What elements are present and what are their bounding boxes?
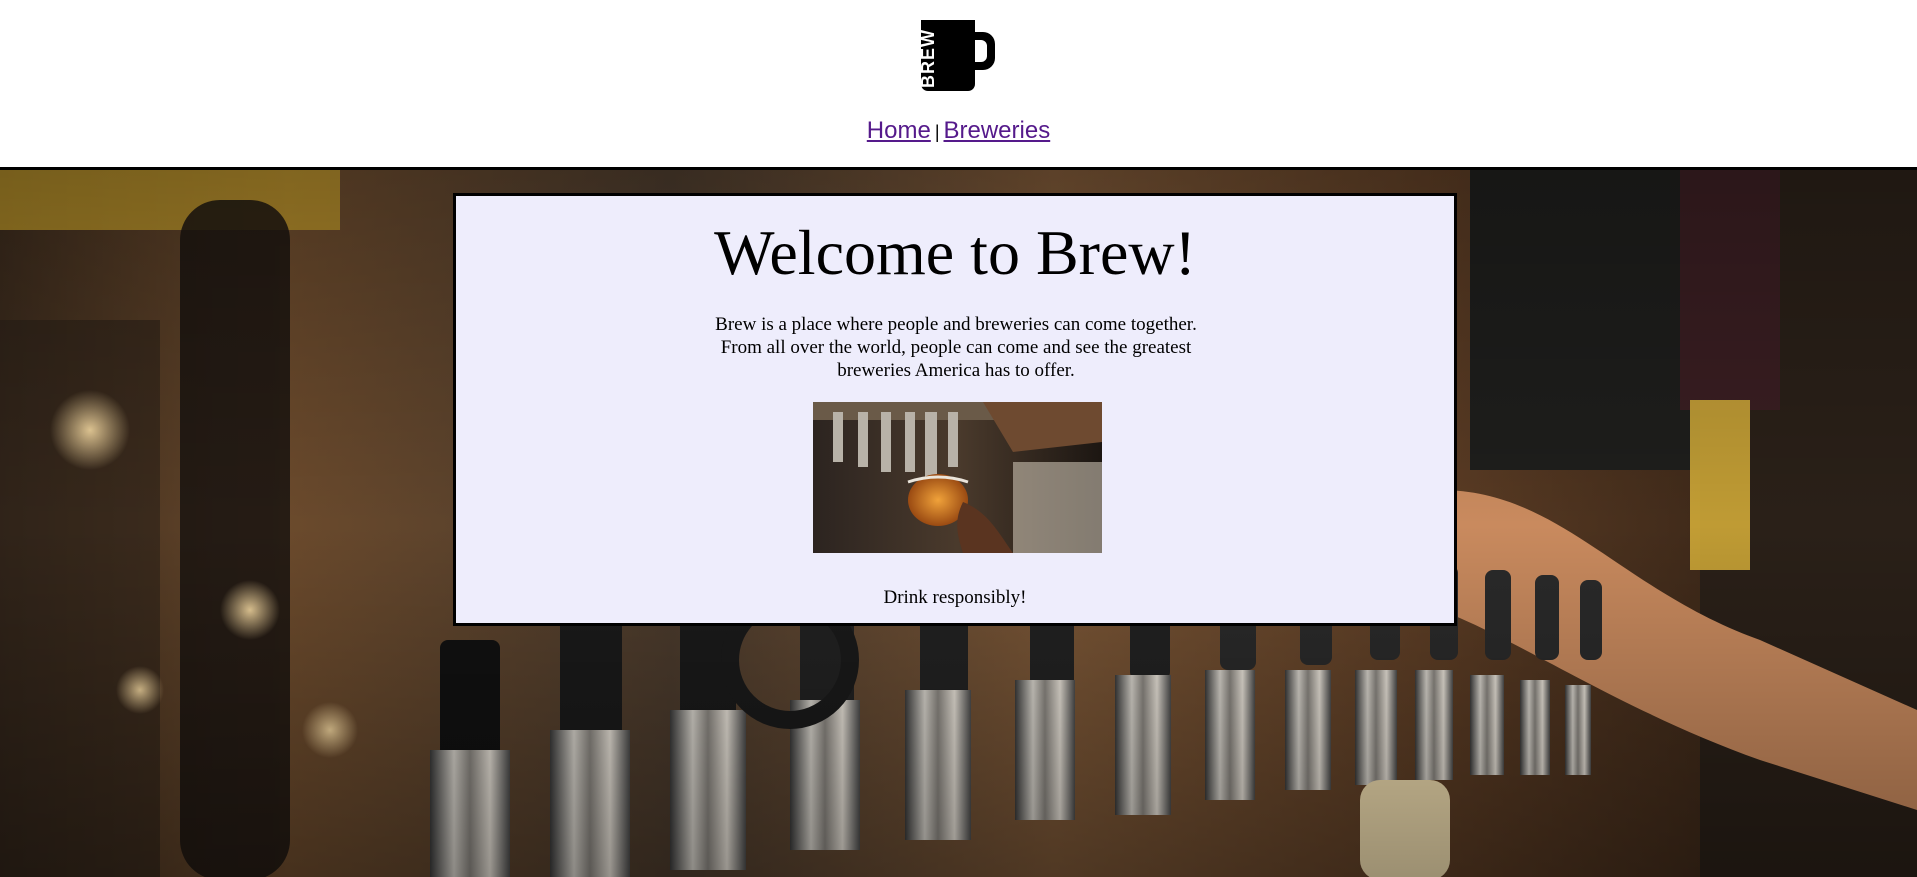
logo-text: BREW <box>918 29 938 88</box>
welcome-card: Welcome to Brew! Brew is a place where p… <box>453 193 1457 626</box>
nav-link-breweries[interactable]: Breweries <box>944 117 1051 144</box>
outro-text: Drink responsibly! <box>883 587 1027 608</box>
site-header: BREW Home | Breweries <box>0 0 1917 167</box>
main-nav: Home | Breweries <box>0 114 1917 149</box>
hero-section: Welcome to Brew! Brew is a place where p… <box>0 167 1917 877</box>
nav-separator: | <box>934 122 940 142</box>
nav-link-home[interactable]: Home <box>867 117 931 144</box>
brew-mug-logo-icon[interactable]: BREW <box>917 18 999 93</box>
page-title: Welcome to Brew! <box>714 217 1196 288</box>
intro-text: Brew is a place where people and breweri… <box>715 314 1197 381</box>
beer-pour-photo-image <box>813 402 1102 553</box>
